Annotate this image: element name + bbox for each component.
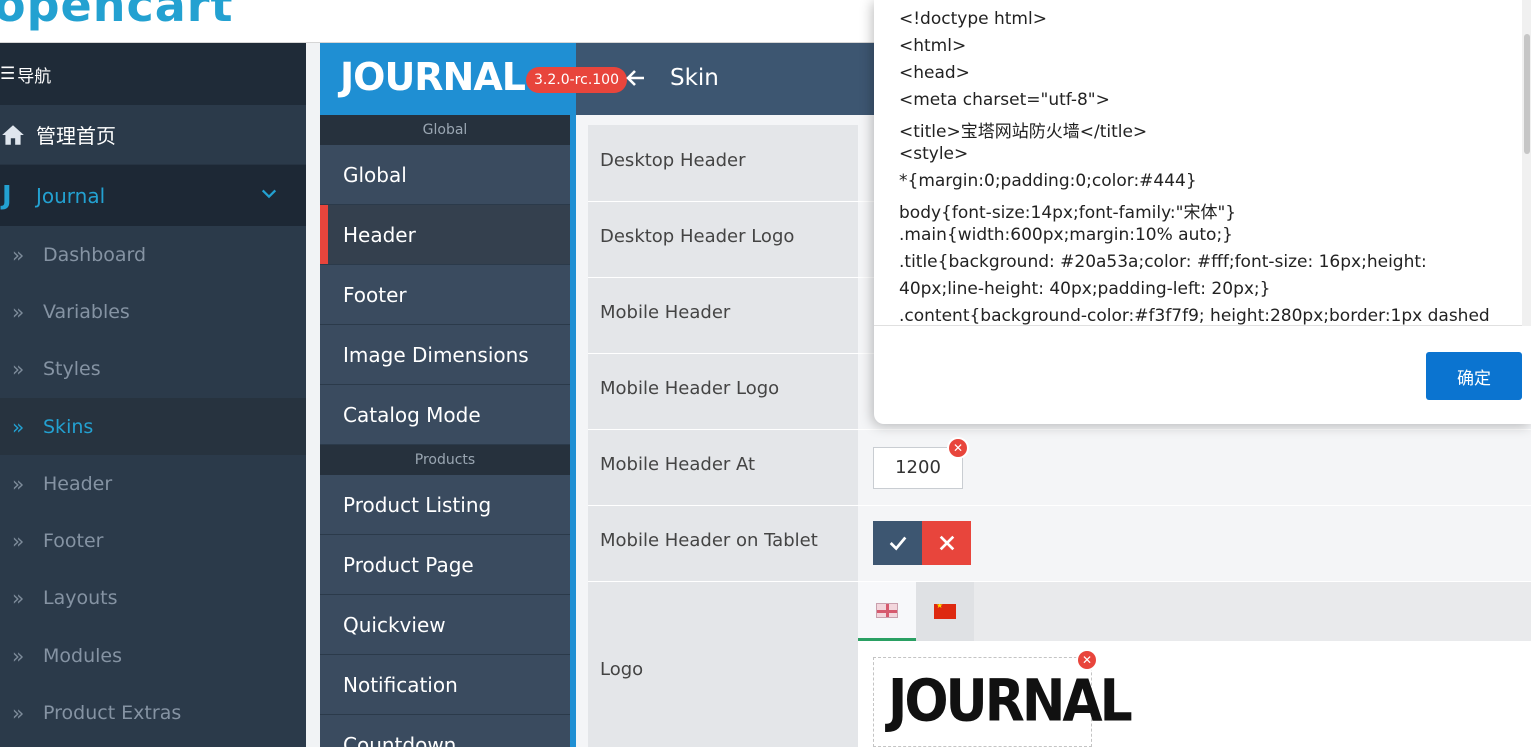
menu-item-notification[interactable]: Notification [320, 655, 570, 715]
label-logo: Logo [600, 659, 644, 680]
sidebar-item-styles[interactable]: » Styles [0, 341, 306, 398]
sidebar-item-label: Variables [43, 300, 130, 323]
double-chevron-icon: » [12, 701, 25, 726]
sidebar-item-footer[interactable]: » Footer [0, 512, 306, 569]
code-line: body{font-size:14px;font-family:"宋体"} [899, 203, 1237, 223]
code-line: .title{background: #20a53a;color: #fff;f… [899, 252, 1427, 272]
check-icon [889, 536, 906, 551]
sidebar-item-modules[interactable]: » Modules [0, 627, 306, 684]
menu-item-header[interactable]: Header [320, 205, 570, 265]
menu-item-countdown[interactable]: Countdown [320, 715, 570, 747]
nav-heading: ☰ 导航 [0, 43, 306, 105]
label-mobile-header: Mobile Header [600, 302, 731, 323]
menu-item-image-dimensions[interactable]: Image Dimensions [320, 325, 570, 385]
tab-english[interactable] [858, 582, 916, 641]
sidebar-item-layouts[interactable]: » Layouts [0, 570, 306, 627]
admin-sidebar: ☰ 导航 管理首页 J Journal » Dashboard » Variables… [0, 43, 306, 747]
sidebar-item-label: Dashboard [43, 243, 147, 266]
sidebar-item-label: 管理首页 [36, 124, 116, 148]
version-badge: 3.2.0-rc.100 [526, 67, 627, 93]
journal-icon: J [2, 180, 12, 211]
sidebar-item-header[interactable]: » Header [0, 455, 306, 512]
sidebar-item-variables[interactable]: » Variables [0, 283, 306, 340]
mobile-header-at-input[interactable]: 1200 [873, 447, 963, 489]
code-line: .content{background-color:#f3f7f9; heigh… [899, 306, 1490, 326]
label-mobile-header-tablet: Mobile Header on Tablet [600, 530, 818, 551]
journal-logo: JOURNAL [340, 55, 526, 99]
code-line: .main{width:600px;margin:10% auto;} [899, 225, 1233, 245]
double-chevron-icon: » [12, 586, 25, 611]
label-desktop-header: Desktop Header [600, 150, 746, 171]
menu-section-global: Global [320, 115, 570, 145]
menu-item-product-page[interactable]: Product Page [320, 535, 570, 595]
code-line: <title>宝塔网站防火墙</title> [899, 122, 1148, 142]
home-icon [2, 124, 24, 145]
nav-heading-label: 导航 [17, 66, 52, 87]
double-chevron-icon: » [12, 357, 25, 382]
hamburger-icon[interactable]: ☰ [0, 64, 15, 84]
sidebar-item-label: Product Extras [43, 702, 182, 725]
label-mobile-header-at: Mobile Header At [600, 454, 756, 475]
code-line: <head> [899, 63, 970, 83]
sidebar-item-product-extras[interactable]: » Product Extras [0, 684, 306, 741]
sidebar-item-label: Modules [43, 644, 122, 667]
code-line: 40px;line-height: 40px;padding-left: 20p… [899, 279, 1271, 299]
close-icon [939, 535, 954, 551]
sidebar-item-skins[interactable]: » Skins [0, 397, 306, 456]
page-title: Skin [670, 65, 719, 91]
double-chevron-icon: » [12, 299, 25, 324]
tab-chinese[interactable] [916, 582, 974, 641]
double-chevron-icon: » [12, 242, 25, 267]
label-column [588, 125, 858, 747]
toggle-no-button[interactable] [922, 521, 971, 565]
menu-item-catalog-mode[interactable]: Catalog Mode [320, 385, 570, 445]
row-divider [588, 429, 1531, 430]
logo-image: JOURNAL [888, 668, 1133, 736]
code-line: <style> [899, 144, 969, 164]
menu-item-quickview[interactable]: Quickview [320, 595, 570, 655]
back-arrow-icon[interactable] [624, 66, 648, 90]
sidebar-item-label: Footer [43, 530, 104, 553]
label-desktop-header-logo: Desktop Header Logo [600, 226, 795, 247]
opencart-logo[interactable]: opencart [0, 0, 233, 32]
uk-flag-icon [876, 602, 898, 618]
code-line: *{margin:0;padding:0;color:#444} [899, 171, 1197, 191]
double-chevron-icon: » [12, 414, 25, 439]
cn-flag-icon [934, 604, 956, 619]
remove-logo-icon[interactable]: ✕ [1078, 651, 1096, 669]
double-chevron-icon: » [12, 643, 25, 668]
sidebar-item-journal[interactable]: J Journal [0, 165, 306, 226]
code-line: <html> [899, 36, 967, 56]
toggle-yes-button[interactable] [873, 521, 922, 565]
scroll-thumb[interactable] [1524, 34, 1530, 154]
menu-section-products: Products [320, 445, 570, 475]
menu-item-global[interactable]: Global [320, 145, 570, 205]
code-line: <meta charset="utf-8"> [899, 90, 1110, 110]
language-tabs [858, 582, 1531, 641]
double-chevron-icon: » [12, 471, 25, 496]
sidebar-item-home[interactable]: 管理首页 [0, 105, 306, 165]
row-divider [588, 505, 1531, 506]
sidebar-item-label: Header [43, 472, 113, 495]
double-chevron-icon: » [12, 529, 25, 554]
sidebar-item-label: Skins [43, 415, 94, 438]
sidebar-item-label: Styles [43, 358, 101, 381]
code-textarea[interactable] [874, 0, 1524, 326]
ok-button[interactable]: 确定 [1426, 352, 1522, 400]
journal-settings-menu: Global Global Header Footer Image Dimension… [320, 115, 570, 747]
menu-item-product-listing[interactable]: Product Listing [320, 475, 570, 535]
sidebar-item-label: Journal [36, 183, 106, 208]
menu-item-footer[interactable]: Footer [320, 265, 570, 325]
chevron-down-icon[interactable] [260, 185, 278, 203]
clear-value-icon[interactable]: ✕ [949, 439, 967, 457]
sidebar-item-label: Layouts [43, 587, 118, 610]
label-mobile-header-logo: Mobile Header Logo [600, 378, 780, 399]
sidebar-item-dashboard[interactable]: » Dashboard [0, 226, 306, 283]
code-line: <!doctype html> [899, 9, 1047, 29]
